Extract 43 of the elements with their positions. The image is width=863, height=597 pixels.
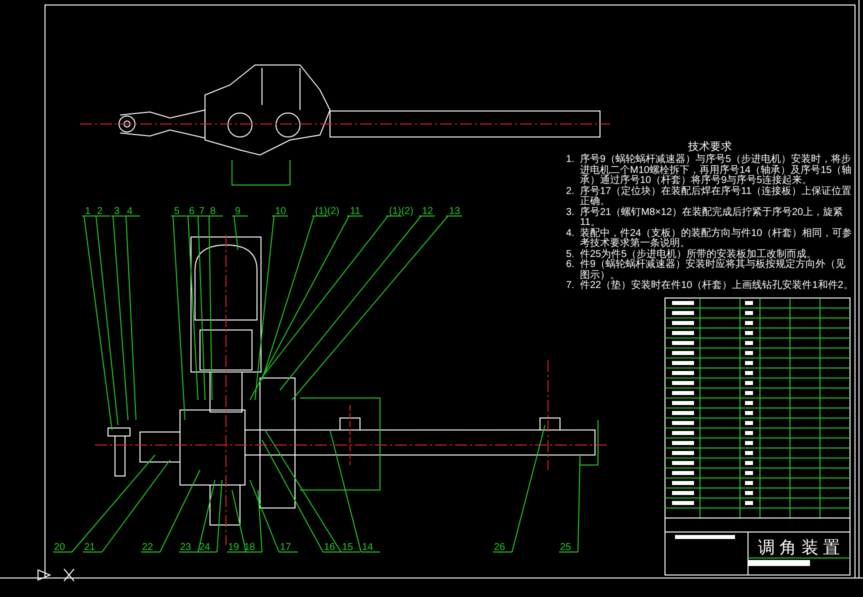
note-number: 6. [566, 260, 576, 272]
part-number: 23 [180, 542, 192, 553]
requirements-heading: 技术要求 [687, 140, 733, 154]
part-number: 13 [449, 206, 460, 217]
part-number: 21 [84, 542, 96, 553]
note-number: 3. [566, 208, 576, 220]
note-number: 5. [566, 250, 576, 260]
note-number: 4. [566, 228, 576, 240]
drawing-title: 调 角 装 置 [758, 538, 840, 557]
requirement-note: 序号21（螺钉M8×12）在装配完成后拧紧于序号20上，旋紧11。 [580, 208, 844, 228]
part-number: 24 [199, 542, 210, 553]
part-number: 2 [97, 206, 103, 217]
part-number: 10 [275, 206, 286, 217]
part-number: 22 [142, 542, 154, 553]
part-number: 4 [127, 206, 133, 217]
part-number: 6 [189, 206, 195, 217]
requirement-note: 装配中，件24（支板）的装配方向与件10（杆套）相同，可参考技术要求第一条说明。 [580, 228, 854, 249]
part-number: 5 [174, 206, 180, 217]
part-number: 1 [85, 206, 91, 217]
part-number: 25 [560, 542, 572, 553]
part-number: 8 [210, 206, 216, 217]
part-number: 3 [114, 206, 120, 217]
part-number: 16 [324, 542, 336, 553]
part-number: 14 [362, 542, 374, 553]
part-number: 26 [494, 542, 506, 553]
requirement-note: 件9（蜗轮蜗杆减速器）安装时应将其与板按规定方向外（见图示）。 [580, 260, 847, 280]
requirement-note: 件25为件5（步进电机）所带的安装板加工改制而成。 [580, 250, 817, 260]
part-number: (1)(2) [315, 206, 340, 217]
note-number: 7. [566, 281, 576, 292]
part-number: 12 [422, 206, 434, 217]
part-number: (1)(2) [389, 206, 414, 217]
part-number: 9 [235, 206, 241, 217]
note-number: 1. [566, 155, 576, 167]
requirement-note: 件22（垫）安装时在件10（杆套）上画线钻孔安装件1和件2。 [580, 281, 854, 292]
part-number: 20 [54, 542, 66, 553]
part-number: 11 [350, 206, 360, 217]
part-number: 7 [199, 206, 205, 217]
part-number: 17 [280, 542, 292, 553]
note-number: 2. [566, 186, 576, 198]
part-number: 15 [342, 542, 354, 553]
part-number: 19 [228, 542, 240, 553]
requirement-note: 序号17（定位块）在装配后焊在序号11（连接板）上保证位置正确。 [580, 186, 853, 207]
requirement-note: 序号9（蜗轮蜗杆减速器）与序号5（步进电机）安装时，将步进电机二个M10螺栓拆下，再用序号14（轴承）及序号15（轴承）通过序号10（杆套）将序号9与序号5连接起来。 [580, 155, 853, 186]
